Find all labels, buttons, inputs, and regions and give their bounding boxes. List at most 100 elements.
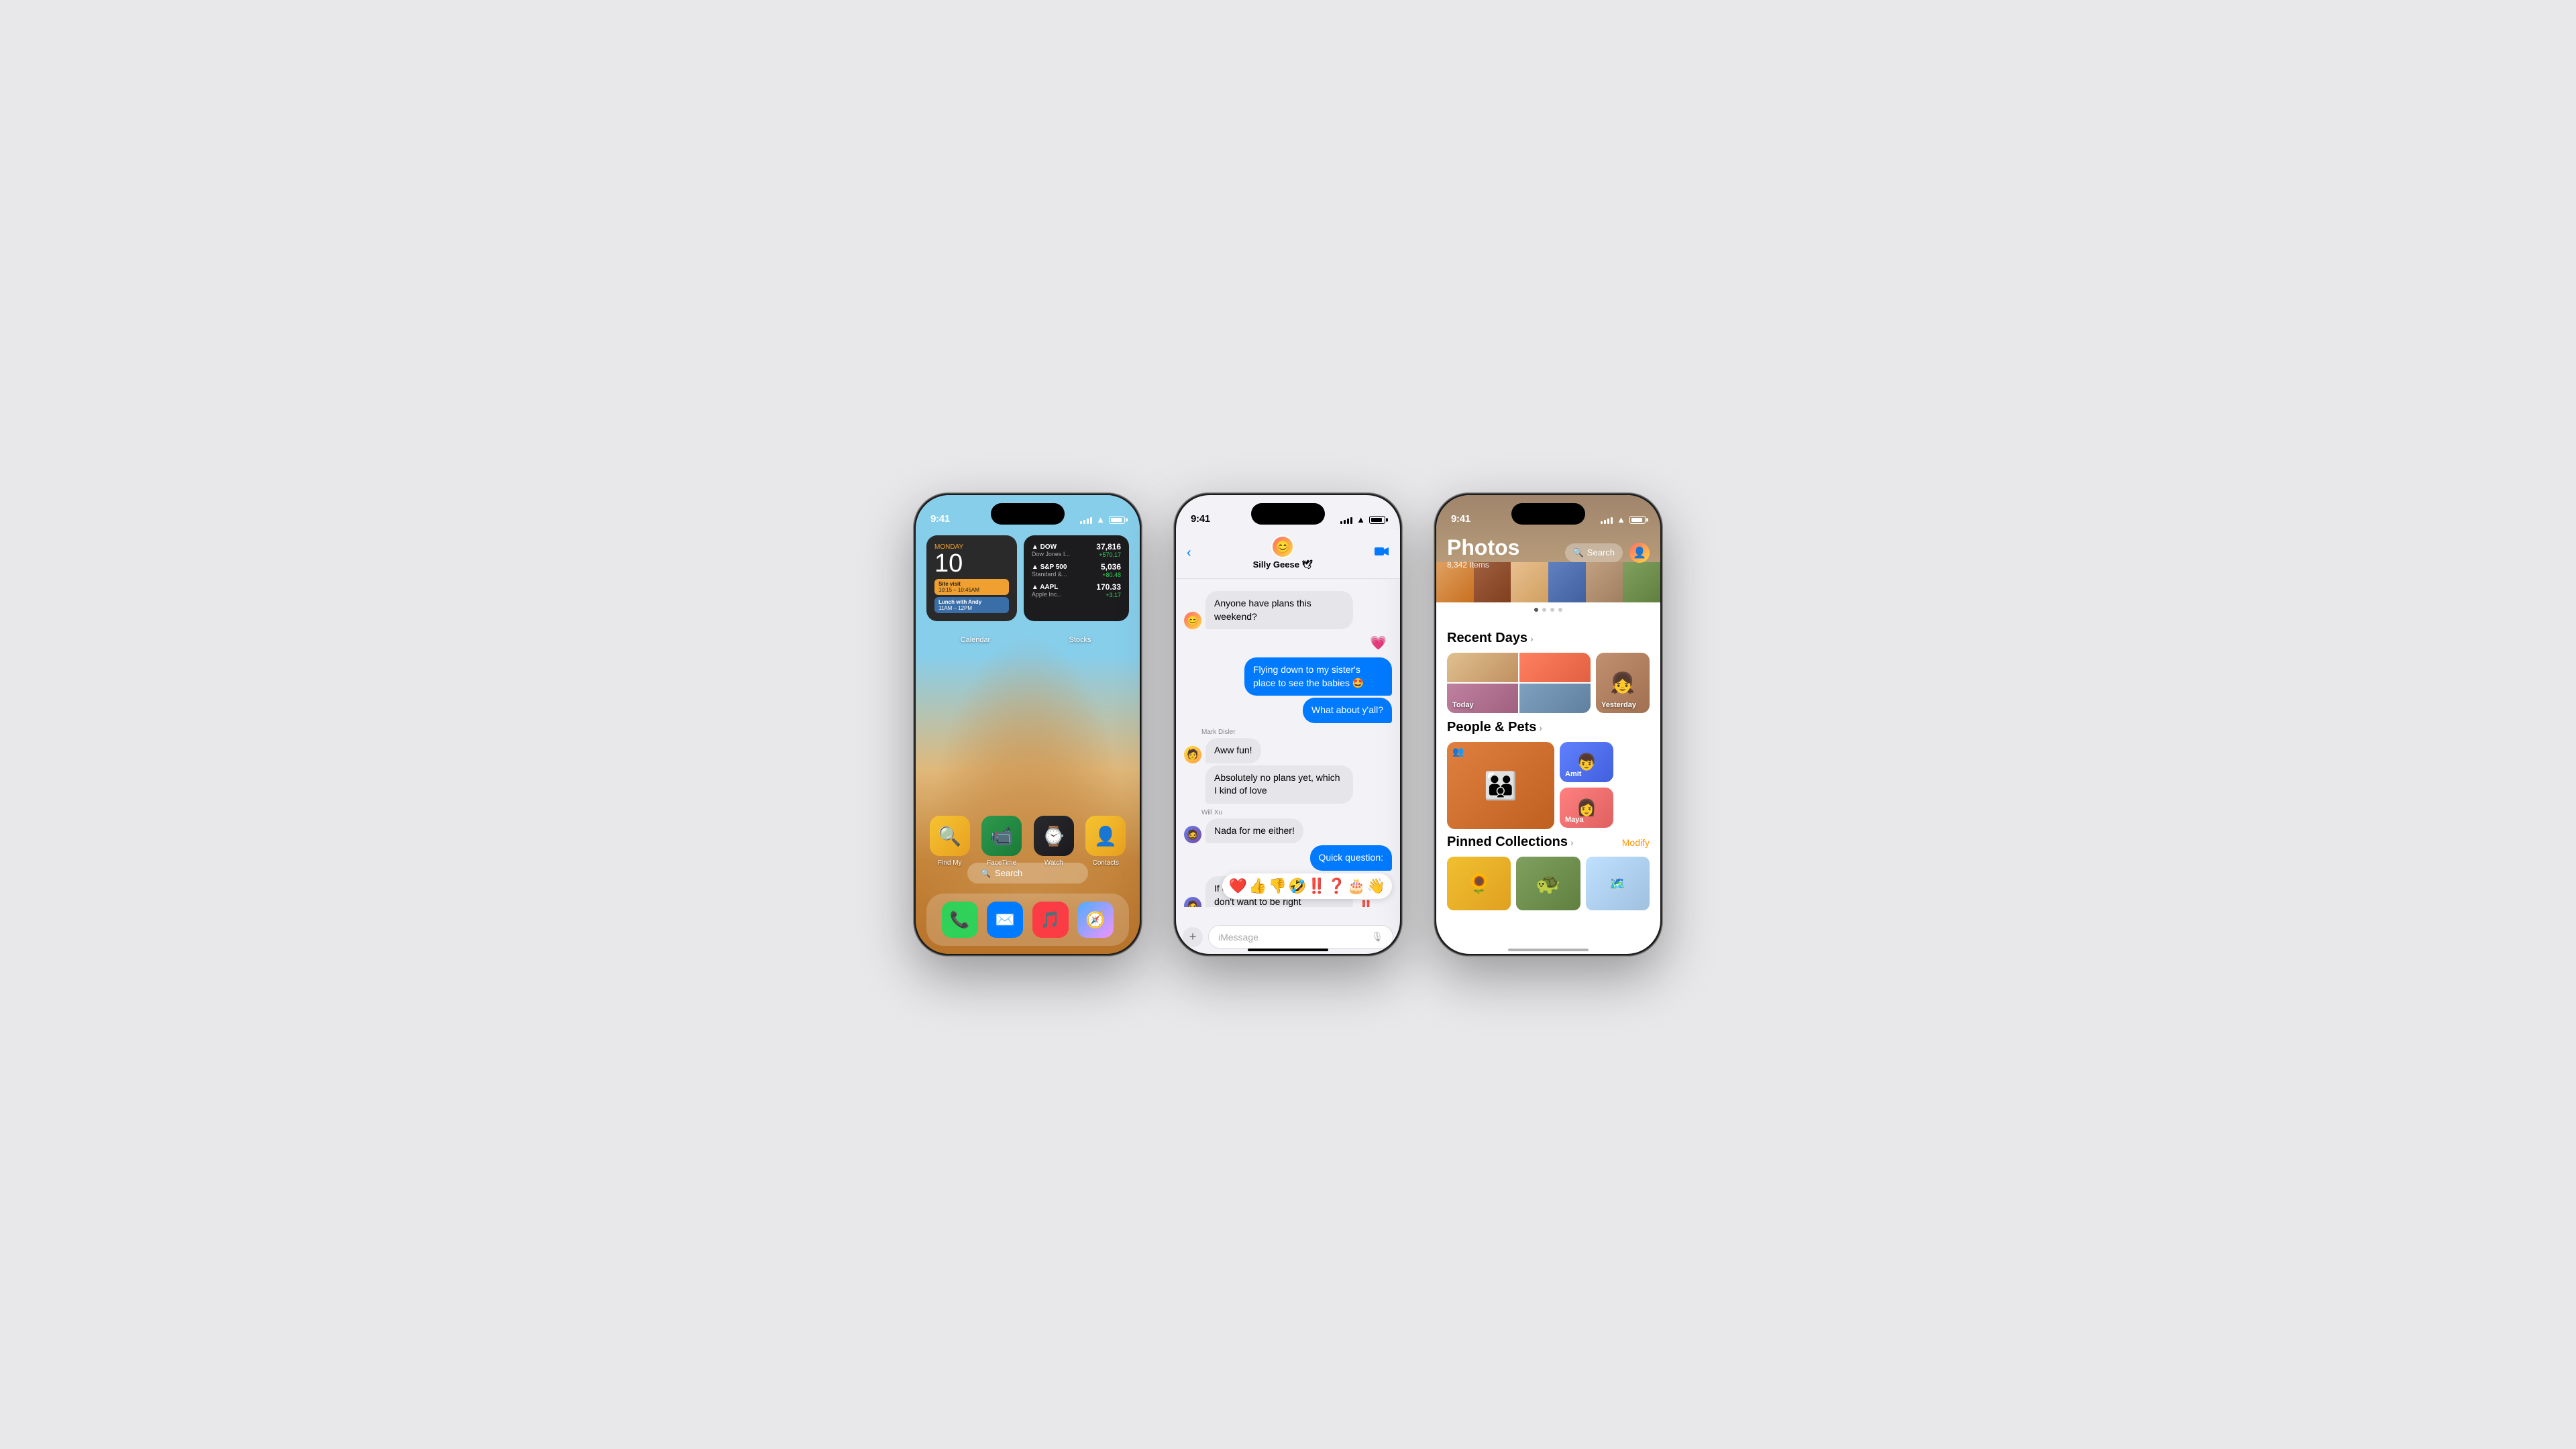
chevron-right-icon: › — [1539, 722, 1542, 733]
msg-row: 😊 Anyone have plans this weekend? — [1184, 591, 1392, 629]
phone-messages: 9:41 ▲ — [1174, 493, 1402, 956]
dot[interactable] — [1550, 608, 1554, 612]
scene: 9:41 ▲ — [860, 453, 1716, 996]
group-avatar: 😊 — [1271, 535, 1294, 558]
dock-safari[interactable]: 🧭 — [1077, 902, 1114, 938]
message-bubble: 💗 — [1364, 631, 1392, 655]
widget-stocks[interactable]: ▲ DOW Dow Jones I... 37,816 +570.17 ▲ S&… — [1024, 535, 1129, 621]
pinned-card[interactable]: 🗺️ — [1586, 857, 1650, 910]
message-input[interactable]: iMessage 🎙 — [1208, 925, 1393, 949]
messages-list: 😊 Anyone have plans this weekend? 💗 Flyi… — [1176, 582, 1400, 907]
sender-label: Mark Disler — [1201, 729, 1392, 736]
msg-row: Quick question: — [1184, 845, 1392, 871]
person-card-maya[interactable]: 👩 Maya — [1560, 788, 1613, 828]
dynamic-island — [991, 503, 1065, 525]
person-card-group[interactable]: 👪 👥 — [1447, 742, 1554, 829]
people-pets-section: People & Pets › — [1447, 720, 1650, 735]
dynamic-island-msg — [1251, 503, 1325, 525]
phone-photos: 9:41 ▲ — [1434, 493, 1662, 956]
message-bubble: What about y'all? — [1303, 698, 1392, 723]
message-bubble: Flying down to my sister's place to see … — [1244, 657, 1392, 696]
message-bubble: Absolutely no plans yet, which I kind of… — [1205, 765, 1353, 804]
battery-icon-photos — [1629, 516, 1646, 524]
stock-item-sp500: ▲ S&P 500 Standard &... 5,036 +80.48 — [1032, 562, 1121, 578]
avatar: 🧔 — [1184, 826, 1201, 843]
plus-button[interactable]: + — [1183, 927, 1203, 947]
msg-row: Flying down to my sister's place to see … — [1184, 657, 1392, 696]
app-find-my[interactable]: 🔍 Find My — [929, 816, 971, 867]
app-grid: 🔍 Find My 📹 FaceTime ⌚ Wa — [929, 816, 1126, 867]
pinned-card[interactable]: 🐢 — [1516, 857, 1580, 910]
photos-content: Recent Days › Today — [1436, 621, 1660, 954]
signal-icon-msg — [1340, 516, 1352, 524]
search-bar[interactable]: 🔍 Search — [967, 863, 1088, 883]
wifi-icon-photos: ▲ — [1617, 515, 1625, 525]
pinned-section: Pinned Collections › — [1447, 835, 1574, 850]
video-call-button[interactable] — [1375, 545, 1389, 561]
message-bubble: Anyone have plans this weekend? — [1205, 591, 1353, 629]
app-watch[interactable]: ⌚ Watch — [1033, 816, 1075, 867]
search-icon: 🔍 — [1573, 547, 1584, 558]
widget-calendar[interactable]: Monday 10 Site visit 10:15 – 10:45AM Lun… — [926, 535, 1017, 621]
home-indicator-photos — [1508, 949, 1589, 951]
pinned-card[interactable]: 🌻 — [1447, 857, 1511, 910]
messages-header: ‹ 😊 Silly Geese 🕊 — [1176, 530, 1400, 579]
status-time: 9:41 — [930, 513, 950, 525]
modify-button[interactable]: Modify — [1622, 837, 1650, 848]
status-bar-photos: 9:41 ▲ — [1436, 495, 1660, 530]
dot[interactable] — [1542, 608, 1546, 612]
recent-days-section: Recent Days › — [1447, 631, 1650, 646]
dock: 📞 ✉️ 🎵 🧭 — [926, 894, 1129, 946]
sender-label: Will Xu — [1201, 809, 1392, 816]
battery-icon-msg — [1369, 516, 1385, 524]
msg-row: What about y'all? — [1184, 698, 1392, 723]
chevron-right-icon: › — [1530, 633, 1534, 644]
wifi-icon-msg: ▲ — [1356, 515, 1365, 525]
msg-row: 🧔 Nada for me either! — [1184, 818, 1392, 844]
chevron-right-icon: › — [1570, 837, 1574, 848]
signal-icon — [1080, 516, 1092, 524]
group-icon: 👥 — [1452, 746, 1464, 757]
message-input-bar: + iMessage 🎙 — [1183, 925, 1393, 949]
battery-icon — [1109, 516, 1125, 524]
contact-info: 😊 Silly Geese 🕊 — [1253, 535, 1313, 570]
widget-labels: Calendar Stocks — [926, 636, 1129, 644]
photos-nav-dots — [1436, 608, 1660, 612]
avatar: 🧑 — [1184, 746, 1201, 763]
wifi-icon: ▲ — [1096, 515, 1105, 525]
msg-row: 💗 — [1184, 631, 1392, 655]
dot[interactable] — [1534, 608, 1538, 612]
avatar: 😊 — [1184, 612, 1201, 629]
pinned-grid: 🌻 🐢 🗺️ — [1447, 857, 1650, 910]
phone-home: 9:41 ▲ — [914, 493, 1142, 956]
mic-icon: 🎙 — [1371, 931, 1383, 943]
app-contacts[interactable]: 👤 Contacts — [1085, 816, 1127, 867]
avatar: 🧔 — [1184, 897, 1201, 907]
dock-music[interactable]: 🎵 — [1032, 902, 1069, 938]
photos-search-button[interactable]: 🔍 Search — [1565, 543, 1623, 562]
dock-phone[interactable]: 📞 — [942, 902, 978, 938]
recent-days-grid: Today 👧 Yesterday — [1447, 653, 1650, 713]
people-grid: 👪 👥 👦 Amit 👩 Maya — [1447, 742, 1650, 829]
stock-item-aapl: ▲ AAPL Apple Inc... 170.33 +3.17 — [1032, 582, 1121, 598]
app-facetime[interactable]: 📹 FaceTime — [981, 816, 1023, 867]
message-bubble: Nada for me either! — [1205, 818, 1303, 844]
message-bubble: Quick question: — [1310, 845, 1393, 871]
back-button[interactable]: ‹ — [1187, 545, 1191, 561]
msg-row: Absolutely no plans yet, which I kind of… — [1184, 765, 1392, 804]
photo-card-today[interactable]: Today — [1447, 653, 1591, 713]
pinned-header: Pinned Collections › Modify — [1447, 835, 1650, 850]
status-icons: ▲ — [1080, 515, 1125, 525]
photo-card-yesterday[interactable]: 👧 Yesterday — [1596, 653, 1650, 713]
photos-count: 8,342 Items — [1447, 560, 1519, 570]
stock-item-dow: ▲ DOW Dow Jones I... 37,816 +570.17 — [1032, 542, 1121, 558]
home-indicator — [1248, 949, 1328, 951]
widgets-row: Monday 10 Site visit 10:15 – 10:45AM Lun… — [926, 535, 1129, 621]
user-avatar[interactable]: 👤 — [1629, 543, 1650, 563]
photos-title: Photos — [1447, 535, 1519, 560]
message-bubble: Aww fun! — [1205, 738, 1261, 763]
photos-header-right: 🔍 Search 👤 — [1565, 543, 1650, 563]
dock-mail[interactable]: ✉️ — [987, 902, 1023, 938]
person-card-amit[interactable]: 👦 Amit — [1560, 742, 1613, 782]
dot[interactable] — [1558, 608, 1562, 612]
